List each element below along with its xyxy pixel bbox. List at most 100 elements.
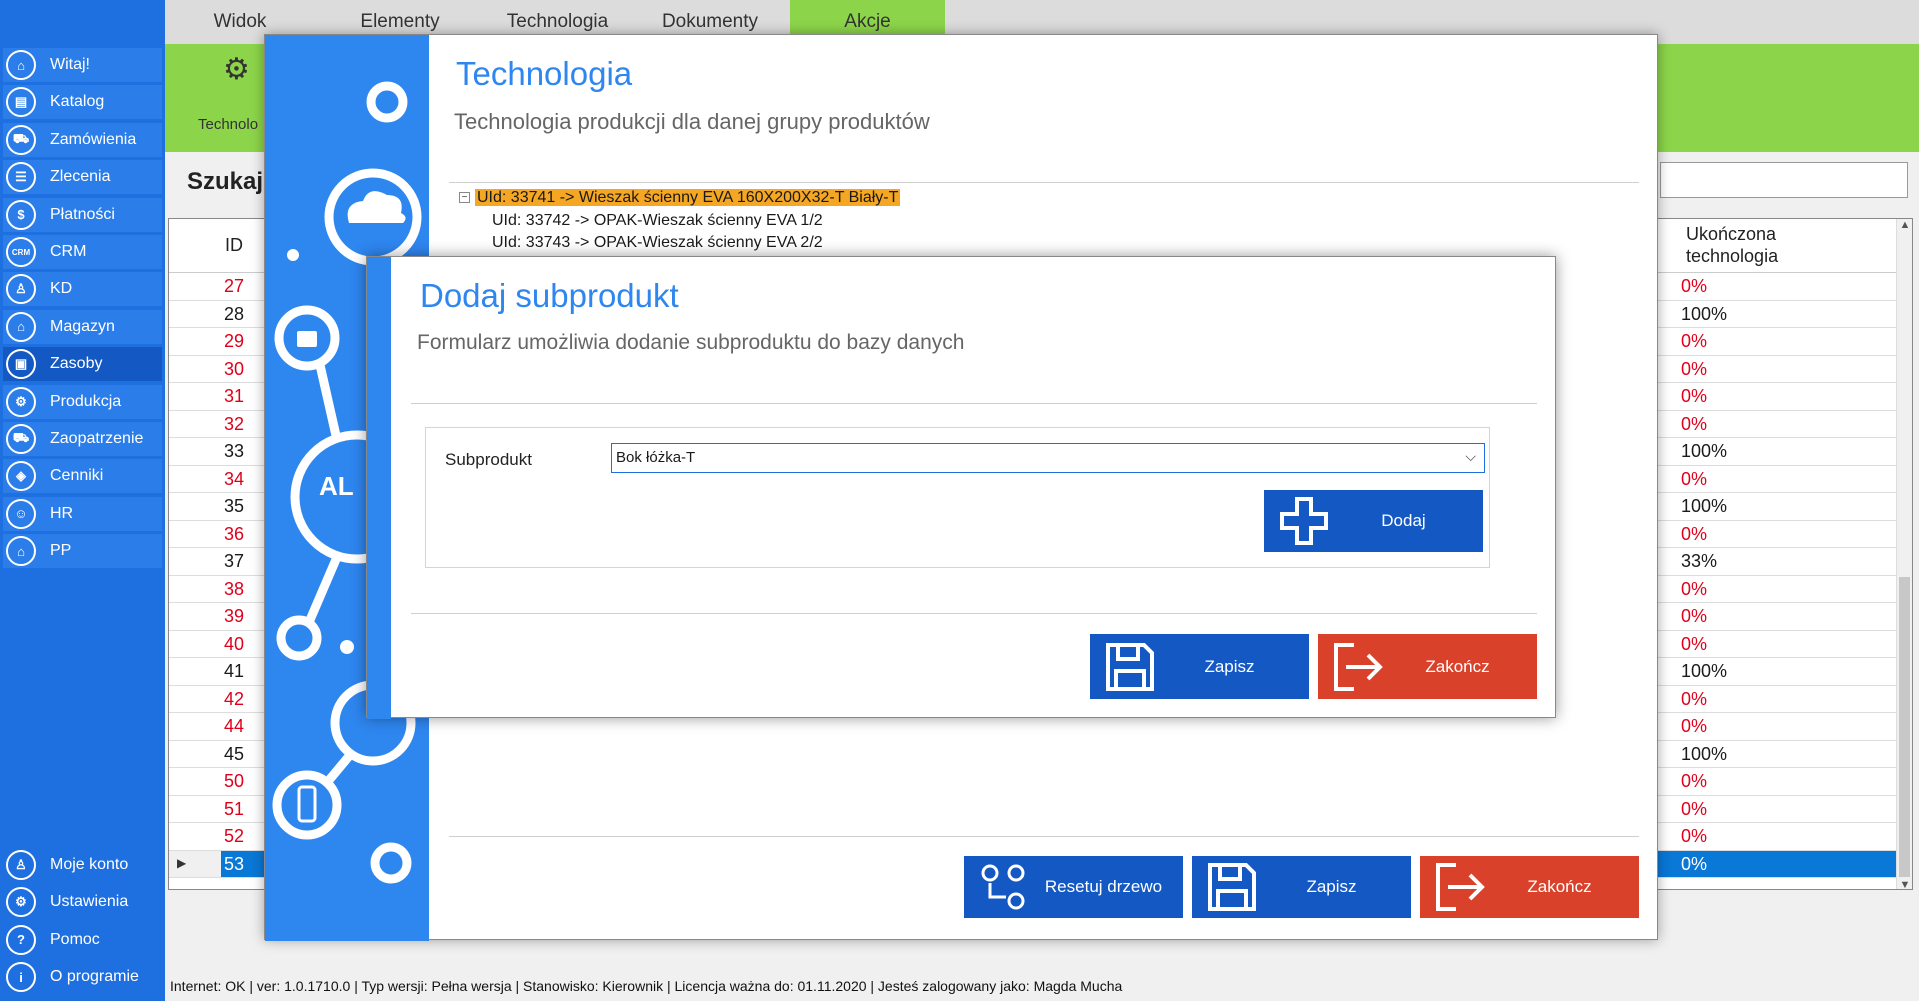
dialog-subtitle: Formularz umożliwia dodanie subproduktu … [417,331,965,354]
reset-tree-button[interactable]: Resetuj drzewo [964,856,1183,918]
row-technology-status: 100% [1681,496,1728,516]
reset-gears-icon [974,861,1034,913]
row-id: 27 [224,276,245,296]
scroll-thumb[interactable] [1899,577,1910,877]
sidebar-bottom-item[interactable]: ? Pomoc [3,923,162,957]
divider [449,182,1639,183]
sidebar-item-label: O programie [50,968,139,986]
row-technology-status: 100% [1681,661,1728,681]
collapse-icon[interactable]: − [459,192,470,204]
scroll-up-icon[interactable]: ▲ [1897,219,1912,231]
row-id: 36 [224,523,245,544]
row-technology-status: 100% [1681,743,1728,764]
row-technology-status: 0% [1681,386,1708,406]
tree-node-child[interactable]: UId: 33742 -> OPAK-Wieszak ścienny EVA 1… [492,210,823,232]
row-id: 51 [224,798,245,819]
status-bar: Internet: OK | ver: 1.0.1710.0 | Typ wer… [170,978,1123,994]
box-icon: ▣ [6,349,36,380]
search-input[interactable] [1660,162,1908,198]
sidebar-item[interactable]: ☰ Zlecenia [3,160,162,195]
sidebar-bottom-item[interactable]: i O programie [3,960,162,994]
sidebar-item[interactable]: $ Płatności [3,197,162,232]
sidebar-item[interactable]: ▣ Zasoby [3,347,162,382]
row-id: 52 [224,826,245,846]
tree-node-root[interactable]: − UId: 33741 -> Wieszak ścienny EVA 160X2… [459,187,901,209]
sidebar-item[interactable]: ☺ HR [3,496,162,531]
sidebar-item[interactable]: ⚙ Produkcja [3,384,162,419]
row-technology-status: 0% [1681,688,1708,709]
ribbon-technologia-label[interactable]: Technolo [198,116,258,133]
sidebar-item-label: Witaj! [50,56,90,73]
row-id: 28 [224,303,245,324]
row-id: 39 [224,606,245,626]
sidebar-item[interactable]: ♙ KD [3,272,162,307]
chevron-down-icon[interactable]: ⌵ [1465,448,1476,465]
sidebar-item-label: Ustawienia [50,893,129,911]
sidebar: ⌂ Witaj! ▤ Katalog ⛟ Zamówienia ☰ Zlecenia $ Płat… [0,0,165,1001]
sidebar-item[interactable]: ⌂ Magazyn [3,309,162,344]
info-icon: i [6,962,36,993]
dialog-accent-strip [367,257,391,719]
factory-icon: ⌂ [6,536,36,567]
dialog-subtitle: Technologia produkcji dla danej grupy pr… [454,109,930,134]
row-id: 40 [224,633,245,654]
sidebar-item[interactable]: ⌂ Witaj! [3,48,162,82]
row-id: 30 [224,358,245,379]
row-technology-status: 0% [1681,413,1708,434]
id-column-header[interactable]: ID [225,235,243,256]
row-id: 32 [224,413,245,434]
row-id: 37 [224,551,245,571]
row-id: 33 [224,441,245,461]
divider [411,613,1537,614]
row-technology-status: 0% [1681,468,1708,489]
production-icon: ⚙ [6,386,36,417]
tech-column-header[interactable]: Ukończona technologia [1686,223,1778,267]
sidebar-bottom-item[interactable]: ⚙ Ustawienia [3,885,162,919]
close-button[interactable]: Zakończ [1420,856,1639,918]
tree-node-label: UId: 33741 -> Wieszak ścienny EVA 160X20… [475,189,901,206]
sidebar-item[interactable]: ◈ Cenniki [3,459,162,494]
save-button[interactable]: Zapisz [1192,856,1411,918]
exit-arrow-icon [1430,861,1490,913]
row-id: 44 [224,716,245,736]
row-technology-status: 0% [1681,331,1708,351]
subproduct-select[interactable]: Bok łóżka-T ⌵ [611,443,1485,473]
row-technology-status: 0% [1681,853,1708,874]
scroll-down-icon[interactable]: ▼ [1897,879,1912,889]
user-icon: ♙ [6,274,36,305]
sidebar-item[interactable]: ⛟ Zamówienia [3,122,162,157]
sidebar-item[interactable]: ⌂ PP [3,534,162,569]
row-id: 34 [224,468,245,489]
sidebar-bottom-item[interactable]: ♙ Moje konto [3,848,162,882]
sidebar-item-label: Produkcja [50,392,122,410]
settings-icon: ⚙ [6,887,36,918]
row-id: 45 [224,743,245,764]
crm-icon: CRM [6,237,36,267]
subproduct-form: Subprodukt Bok łóżka-T ⌵ Dodaj [425,427,1490,568]
row-technology-status: 33% [1681,551,1718,571]
divider [411,403,1537,404]
sidebar-item-label: Pomoc [50,930,100,948]
row-technology-status: 100% [1681,441,1728,461]
technology-gears-icon[interactable]: ⚙ [223,52,250,87]
row-id: 53 [224,853,245,874]
tree-node-child[interactable]: UId: 33743 -> OPAK-Wieszak ścienny EVA 2… [492,232,823,254]
dialog-title: Dodaj subprodukt [420,277,679,314]
sidebar-item-label: Moje konto [50,856,129,873]
cart-icon: ⛟ [6,124,36,155]
row-id: 29 [224,331,245,351]
add-subproduct-dialog: Dodaj subprodukt Formularz umożliwia dod… [366,256,1556,719]
add-button[interactable]: Dodaj [1264,490,1483,552]
sidebar-item[interactable]: ▤ Katalog [3,85,162,120]
row-technology-status: 0% [1681,633,1708,654]
sidebar-item[interactable]: CRM CRM [3,235,162,269]
close-button[interactable]: Zakończ [1318,634,1537,699]
tree-node-label: UId: 33742 -> OPAK-Wieszak ścienny EVA 1… [492,212,823,229]
sidebar-item[interactable]: ⛟ Zaopatrzenie [3,422,162,456]
row-technology-status: 0% [1681,276,1708,296]
grid-scrollbar[interactable]: ▲ ▼ [1896,219,1912,889]
save-button[interactable]: Zapisz [1090,634,1309,699]
subproduct-label: Subprodukt [445,450,532,469]
row-technology-status: 0% [1681,716,1708,736]
sidebar-item-label: Płatności [50,205,115,223]
